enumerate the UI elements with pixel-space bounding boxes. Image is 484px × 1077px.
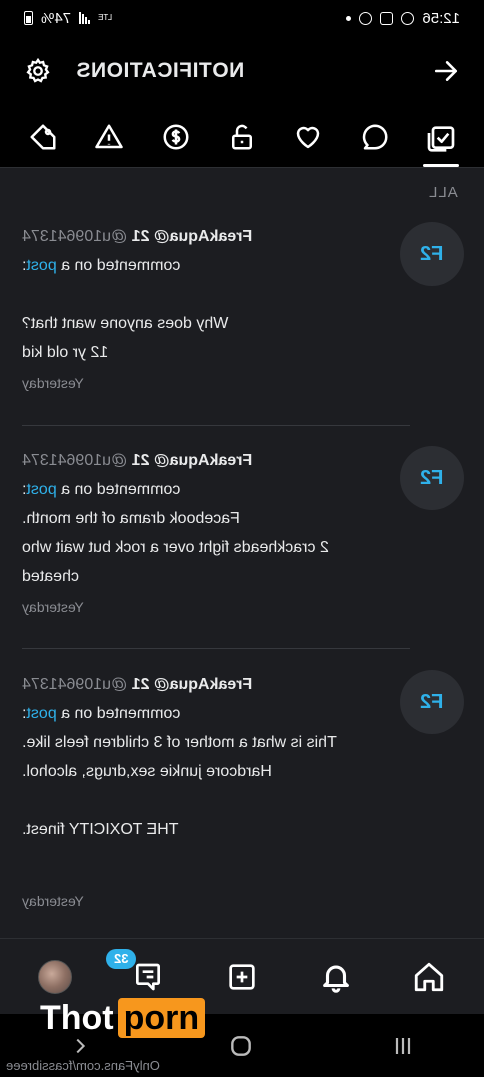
- notification-body: FreakAqua@ 21 @u109641374 commented on a…: [22, 670, 382, 916]
- user-handle[interactable]: @u109641374: [22, 228, 127, 245]
- tab-subscriptions[interactable]: [209, 106, 275, 167]
- avatar[interactable]: F2: [400, 222, 464, 286]
- post-link[interactable]: post: [26, 257, 56, 274]
- action-suffix: :: [22, 481, 27, 498]
- screen: 12:56 LTE 74% NOTIFICATIONS ALL F2 Freak…: [0, 0, 484, 1077]
- bell-icon: [322, 965, 349, 993]
- warning-icon: [95, 124, 124, 148]
- arrow-icon: [434, 61, 458, 81]
- notification-item[interactable]: F2 FreakAqua@ 21 @u109641374 commented o…: [0, 222, 484, 422]
- watermark-url: OnlyFans.com/fcassibreee: [6, 1058, 160, 1073]
- header: NOTIFICATIONS: [0, 36, 484, 106]
- filter-tabs: [0, 106, 484, 168]
- nav-new-post[interactable]: [195, 939, 289, 1014]
- watermark-part2: porn: [117, 998, 206, 1038]
- avatar-initials: F2: [420, 690, 444, 713]
- timestamp: Yesterday: [22, 375, 84, 391]
- tab-alerts[interactable]: [76, 106, 142, 167]
- tab-comments[interactable]: [341, 106, 407, 167]
- avatar[interactable]: F2: [400, 446, 464, 510]
- post-link[interactable]: post: [26, 481, 56, 498]
- tab-promotions[interactable]: [10, 106, 76, 167]
- check-square-icon: [427, 125, 455, 152]
- message-line: 12 yr old kid: [22, 344, 109, 361]
- messages-badge: 32: [106, 949, 137, 969]
- notification-item[interactable]: F2 FreakAqua@ 21 @u109641374 commented o…: [0, 446, 484, 646]
- message-line: THE TOXICITY finest.: [22, 821, 179, 838]
- divider: [22, 648, 410, 649]
- watermark-logo: Thot porn: [36, 998, 206, 1038]
- divider: [22, 425, 410, 426]
- action-text: commented on a: [61, 705, 181, 722]
- recents-icon[interactable]: [391, 1034, 415, 1058]
- battery-percent: 74%: [41, 9, 72, 27]
- heart-icon: [297, 126, 320, 148]
- avatar[interactable]: F2: [400, 670, 464, 734]
- message-icon: [136, 963, 161, 990]
- message-line: This is what a mother of 3 children feel…: [22, 734, 337, 780]
- message-line: Why does anyone want that?: [22, 315, 229, 332]
- home-icon: [415, 962, 444, 991]
- section-label: ALL: [428, 184, 458, 201]
- username[interactable]: FreakAqua@ 21: [132, 676, 253, 693]
- comment-icon: [362, 124, 387, 149]
- action-text: commented on a: [61, 257, 181, 274]
- signal-icon: [79, 12, 91, 24]
- more-notifications-dot: [346, 15, 352, 21]
- gear-icon: [26, 57, 50, 83]
- timestamp: Yesterday: [22, 599, 84, 615]
- nav-home[interactable]: [382, 939, 476, 1014]
- tab-all[interactable]: [408, 106, 474, 167]
- dollar-icon: [163, 124, 189, 149]
- notification-body: FreakAqua@ 21 @u109641374 commented on a…: [22, 446, 382, 622]
- username[interactable]: FreakAqua@ 21: [132, 452, 253, 469]
- message-line: Facebook drama of the month.: [22, 510, 240, 527]
- tag-icon: [30, 124, 56, 149]
- message-line: [22, 786, 382, 815]
- page-title: NOTIFICATIONS: [76, 59, 245, 82]
- action-suffix: :: [22, 257, 27, 274]
- messenger-icon: [359, 11, 373, 25]
- avatar: [37, 959, 72, 994]
- home-circle-icon[interactable]: [228, 1033, 254, 1059]
- notification-item[interactable]: F2 FreakAqua@ 21 @u109641374 commented o…: [0, 670, 484, 930]
- network-type: LTE: [98, 13, 113, 22]
- app-notification-icon: [401, 11, 415, 25]
- watermark-part1: Thot: [40, 999, 114, 1037]
- back-button[interactable]: [430, 55, 462, 87]
- instagram-icon: [380, 11, 394, 25]
- notification-body: FreakAqua@ 21 @u109641374 commented on a…: [22, 222, 382, 398]
- tab-likes[interactable]: [275, 106, 341, 167]
- avatar-initials: F2: [420, 466, 444, 489]
- settings-button[interactable]: [22, 55, 54, 87]
- message-line: [22, 844, 382, 873]
- user-handle[interactable]: @u109641374: [22, 452, 127, 469]
- action-text: commented on a: [61, 481, 181, 498]
- timestamp: Yesterday: [22, 893, 84, 909]
- username[interactable]: FreakAqua@ 21: [132, 228, 253, 245]
- status-bar: 12:56 LTE 74%: [0, 0, 484, 36]
- unlock-icon: [231, 124, 252, 149]
- badge-count: 32: [114, 951, 129, 966]
- action-suffix: :: [22, 705, 27, 722]
- plus-square-icon: [229, 963, 255, 990]
- avatar-initials: F2: [420, 242, 444, 265]
- status-time: 12:56: [422, 9, 460, 27]
- user-handle[interactable]: @u109641374: [22, 676, 127, 693]
- tab-tips[interactable]: [143, 106, 209, 167]
- nav-notifications[interactable]: [289, 939, 383, 1014]
- message-line: 2 crackheads fight over a rock but wait …: [22, 539, 329, 585]
- battery-icon: [24, 11, 33, 25]
- post-link[interactable]: post: [26, 705, 56, 722]
- notification-list: ALL F2 FreakAqua@ 21 @u109641374 comment…: [0, 170, 484, 940]
